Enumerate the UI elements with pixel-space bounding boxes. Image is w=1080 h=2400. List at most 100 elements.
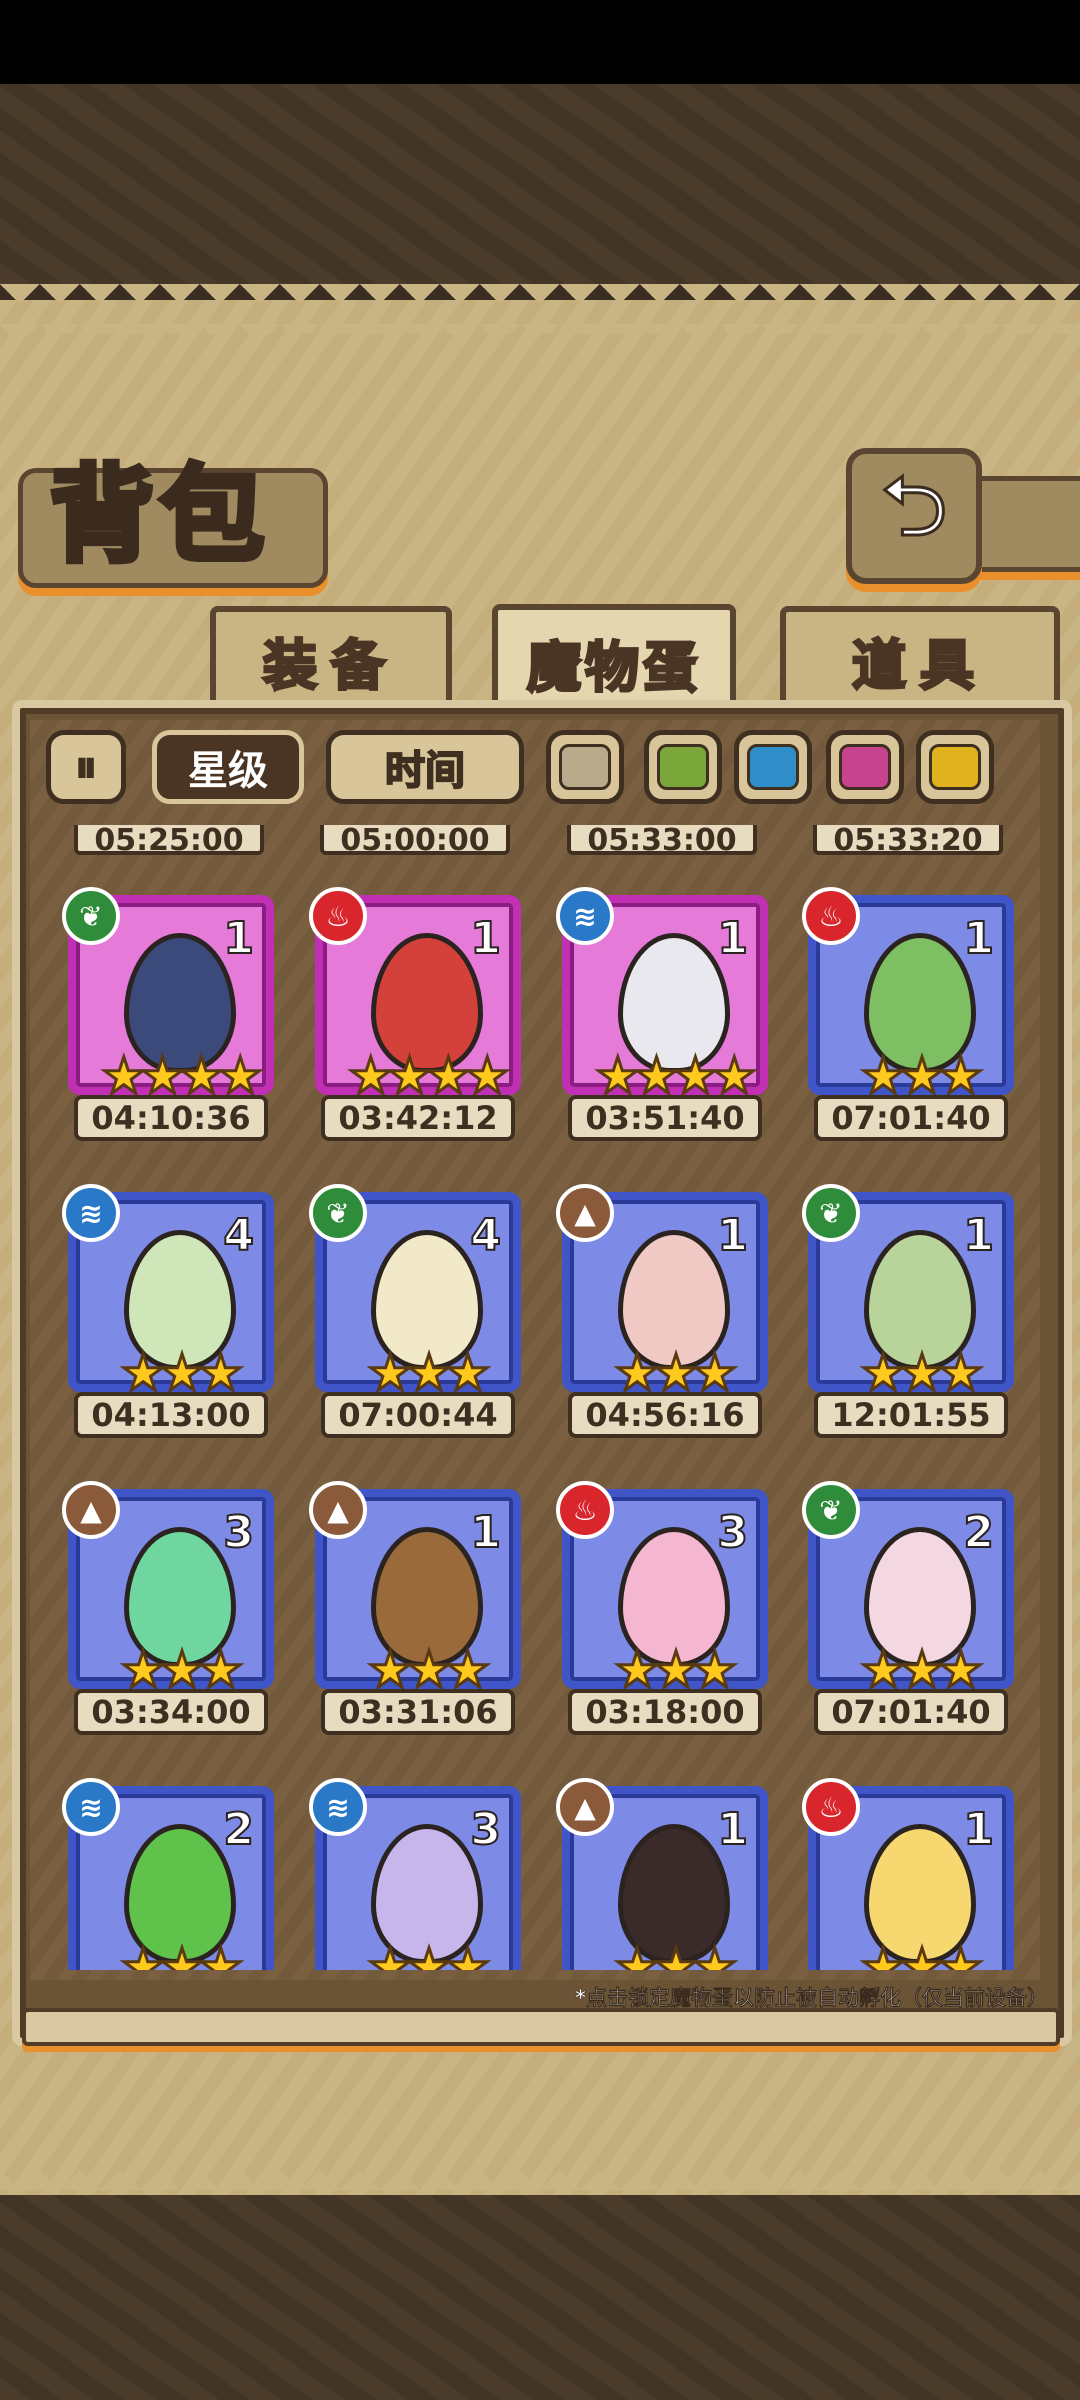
- tab-label: 装备: [262, 631, 399, 698]
- egg-timer: 03:51:40: [568, 1095, 762, 1141]
- filter-color-blue[interactable]: [734, 730, 812, 804]
- filter-color-pink[interactable]: [826, 730, 904, 804]
- egg-timer: 12:01:55: [814, 1392, 1008, 1438]
- egg-count: 4: [222, 1209, 255, 1262]
- egg-count: 1: [469, 912, 502, 965]
- egg-card[interactable]: 1 ★★★ ♨: [802, 1778, 1014, 1970]
- egg-count: 3: [716, 1506, 749, 1559]
- star-rating: ★★★: [613, 1938, 738, 1971]
- earth-element-icon: ▲: [309, 1481, 367, 1539]
- egg-timer: 04:10:36: [74, 1095, 268, 1141]
- earth-element-icon: ▲: [556, 1184, 614, 1242]
- page-title: 背包: [47, 450, 271, 579]
- star-rating: ★★★★: [347, 1047, 511, 1105]
- star-rating: ★★★: [613, 1641, 738, 1699]
- star-rating: ★★★: [613, 1344, 738, 1402]
- egg-card[interactable]: 2 ★★★ ❦ 07:01:40: [802, 1481, 1014, 1739]
- grass-element-icon: ❦: [802, 1184, 860, 1242]
- torn-edge-top: [0, 284, 1080, 334]
- back-arrow-icon: ⮌: [879, 455, 949, 556]
- sort-by-star-button[interactable]: 星级: [152, 730, 304, 804]
- tab-equipment[interactable]: 装备: [210, 606, 452, 708]
- sort-order-button[interactable]: ⏸: [46, 730, 126, 804]
- egg-count: 1: [962, 912, 995, 965]
- egg-count: 1: [962, 1209, 995, 1262]
- egg-timer: 05:33:00: [567, 825, 757, 858]
- star-rating: ★★★: [366, 1344, 491, 1402]
- egg-count: 3: [222, 1506, 255, 1559]
- egg-timer: 07:01:40: [814, 1689, 1008, 1735]
- egg-count: 1: [962, 1803, 995, 1856]
- water-element-icon: ≋: [556, 887, 614, 945]
- egg-timer: 04:56:16: [568, 1392, 762, 1438]
- egg-card[interactable]: 2 ★★★ ≋: [62, 1778, 274, 1970]
- earth-element-icon: ▲: [62, 1481, 120, 1539]
- tab-monster-eggs[interactable]: 魔物蛋: [492, 604, 736, 714]
- swatch-gray-icon: [559, 744, 611, 790]
- fire-element-icon: ♨: [556, 1481, 614, 1539]
- egg-count: 4: [469, 1209, 502, 1262]
- sort-by-time-button[interactable]: 时间: [326, 730, 524, 804]
- egg-timer: 05:00:00: [320, 825, 510, 858]
- egg-card[interactable]: 3 ★★★ ≋: [309, 1778, 521, 1970]
- torn-edge-bottom: [0, 2150, 1080, 2210]
- star-rating: ★★★: [859, 1938, 984, 1971]
- egg-card[interactable]: 1 ★★★ ▲ 03:31:06: [309, 1481, 521, 1739]
- filter-color-gray[interactable]: [546, 730, 624, 804]
- tab-items[interactable]: 道具: [780, 606, 1060, 708]
- sort-by-time-label: 时间: [384, 747, 466, 795]
- filter-color-green[interactable]: [644, 730, 722, 804]
- egg-card[interactable]: 1 ★★★ ▲: [556, 1778, 768, 1970]
- egg-card[interactable]: 1 ★★★ ♨ 07:01:40: [802, 887, 1014, 1145]
- egg-count: 1: [716, 912, 749, 965]
- back-button[interactable]: ⮌: [846, 448, 982, 584]
- water-element-icon: ≋: [309, 1778, 367, 1836]
- egg-timer: 07:00:44: [321, 1392, 515, 1438]
- egg-count: 2: [222, 1803, 255, 1856]
- fire-element-icon: ♨: [309, 887, 367, 945]
- egg-timer: 03:31:06: [321, 1689, 515, 1735]
- egg-grid: 05:25:00 05:00:00 05:33:00 05:33:20 1 ★★★…: [30, 825, 1040, 1970]
- grass-element-icon: ❦: [309, 1184, 367, 1242]
- egg-card[interactable]: 1 ★★★★ ≋ 03:51:40: [556, 887, 768, 1145]
- egg-count: 2: [962, 1506, 995, 1559]
- star-rating: ★★★: [366, 1641, 491, 1699]
- star-rating: ★★★: [366, 1938, 491, 1971]
- swatch-blue-icon: [747, 744, 799, 790]
- egg-timer: 03:34:00: [74, 1689, 268, 1735]
- egg-timer: 07:01:40: [814, 1095, 1008, 1141]
- grass-element-icon: ❦: [802, 1481, 860, 1539]
- star-rating: ★★★: [119, 1344, 244, 1402]
- egg-count: 1: [469, 1506, 502, 1559]
- sort-toggle-icon: ⏸: [74, 739, 98, 793]
- egg-timer: 05:25:00: [74, 825, 264, 858]
- star-rating: ★★★: [859, 1641, 984, 1699]
- star-rating: ★★★★: [100, 1047, 264, 1105]
- water-element-icon: ≋: [62, 1778, 120, 1836]
- egg-timer: 03:42:12: [321, 1095, 515, 1141]
- egg-card[interactable]: 1 ★★★ ❦ 12:01:55: [802, 1184, 1014, 1442]
- star-rating: ★★★: [859, 1047, 984, 1105]
- egg-timer: 04:13:00: [74, 1392, 268, 1438]
- star-rating: ★★★★: [594, 1047, 758, 1105]
- fire-element-icon: ♨: [802, 887, 860, 945]
- map-background-top: [0, 84, 1080, 284]
- egg-timer: 05:33:20: [813, 825, 1003, 858]
- egg-card[interactable]: 3 ★★★ ▲ 03:34:00: [62, 1481, 274, 1739]
- egg-card[interactable]: 4 ★★★ ≋ 04:13:00: [62, 1184, 274, 1442]
- egg-count: 1: [222, 912, 255, 965]
- egg-card[interactable]: 1 ★★★ ▲ 04:56:16: [556, 1184, 768, 1442]
- egg-card[interactable]: 3 ★★★ ♨ 03:18:00: [556, 1481, 768, 1739]
- filter-color-yellow[interactable]: [916, 730, 994, 804]
- egg-count: 1: [716, 1209, 749, 1262]
- tab-label: 魔物蛋: [526, 633, 701, 700]
- egg-count: 1: [716, 1803, 749, 1856]
- egg-card[interactable]: 4 ★★★ ❦ 07:00:44: [309, 1184, 521, 1442]
- status-bar: [0, 0, 1080, 84]
- egg-count: 3: [469, 1803, 502, 1856]
- earth-element-icon: ▲: [556, 1778, 614, 1836]
- egg-card[interactable]: 1 ★★★★ ❦ 04:10:36: [62, 887, 274, 1145]
- egg-card[interactable]: 1 ★★★★ ♨ 03:42:12: [309, 887, 521, 1145]
- star-rating: ★★★: [119, 1938, 244, 1971]
- sort-by-star-label: 星级: [188, 748, 268, 794]
